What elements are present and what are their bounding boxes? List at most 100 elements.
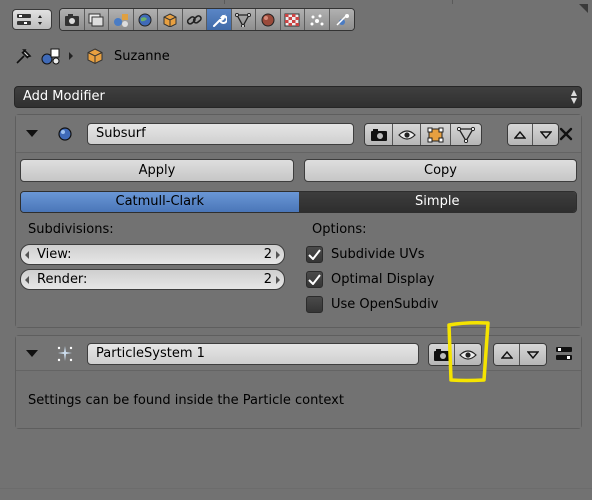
option-subdivide-uvs[interactable]: Subdivide UVs: [306, 243, 424, 265]
subsurf-body: Apply Copy Catmull-Clark Simple Subdivis…: [16, 152, 581, 327]
increment-arrow-icon[interactable]: [276, 251, 280, 259]
tab-material[interactable]: [256, 9, 281, 30]
checkbox-checked[interactable]: [306, 245, 323, 263]
properties-editor-icon: [17, 14, 42, 25]
type-simple[interactable]: Simple: [298, 192, 576, 212]
pin-icon[interactable]: [14, 46, 34, 66]
copy-button[interactable]: Copy: [304, 159, 577, 182]
modifier-name-field[interactable]: ParticleSystem 1: [87, 343, 419, 365]
tab-texture[interactable]: [280, 9, 305, 30]
tab-scene[interactable]: [109, 9, 134, 30]
scene-context-icon: [41, 48, 60, 65]
material-sphere-icon: [261, 13, 275, 26]
subsurf-visibility-group: [364, 123, 482, 146]
area-corner-handle[interactable]: [579, 4, 588, 13]
add-modifier-label: Add Modifier: [23, 89, 105, 104]
mesh-triangle-icon: [235, 12, 252, 27]
particlesystem-header: ParticleSystem 1: [16, 336, 581, 370]
tab-constraints[interactable]: [182, 9, 207, 30]
collapse-triangle-icon[interactable]: [26, 130, 38, 137]
tab-object-data[interactable]: [231, 9, 256, 30]
context-path: Suzanne: [14, 45, 170, 67]
tab-world[interactable]: [133, 9, 158, 30]
view-levels-field[interactable]: View: 2: [20, 244, 285, 265]
add-modifier-dropdown[interactable]: Add Modifier ▲ ▼: [14, 86, 582, 108]
subsurf-move-group: [507, 123, 559, 146]
checker-texture-icon: [284, 13, 300, 26]
particle-settings-info: Settings can be found inside the Particl…: [28, 393, 344, 408]
cage-toggle-button[interactable]: [451, 124, 481, 145]
decrement-arrow-icon[interactable]: [25, 276, 29, 284]
option-use-opensubdiv[interactable]: Use OpenSubdiv: [306, 293, 438, 315]
render-value: 2: [263, 272, 272, 287]
decrement-arrow-icon[interactable]: [25, 251, 29, 259]
particles-move-group: [493, 343, 547, 366]
viewport-toggle-button[interactable]: [393, 124, 421, 145]
modifier-name-field[interactable]: Subsurf: [87, 123, 354, 145]
subsurf-header: Subsurf: [16, 115, 581, 152]
particles-icon: [57, 346, 73, 362]
divider: [224, 0, 225, 4]
scene-icon: [113, 13, 128, 27]
mesh-triangle-icon: [457, 126, 475, 143]
move-down-button[interactable]: [520, 344, 546, 365]
subdivision-type-selector: Catmull-Clark Simple: [20, 191, 577, 213]
option-label: Use OpenSubdiv: [331, 296, 439, 312]
move-up-button[interactable]: [494, 344, 520, 365]
camera-icon: [370, 128, 387, 141]
render-toggle-button[interactable]: [365, 124, 393, 145]
divider: [0, 488, 592, 489]
move-up-button[interactable]: [508, 124, 533, 145]
move-down-button[interactable]: [533, 124, 558, 145]
editmode-toggle-button[interactable]: [421, 124, 451, 145]
updown-arrows-icon: ▲ ▼: [570, 88, 577, 105]
render-levels-field[interactable]: Render: 2: [20, 269, 285, 290]
particlesystem-body: Settings can be found inside the Particl…: [16, 370, 581, 428]
arrow-up-icon: [514, 130, 526, 139]
subsurf-modifier-panel: Subsurf Apply Copy Catmull-Clark Simple …: [15, 114, 582, 328]
render-label: Render:: [37, 272, 88, 287]
wrench-icon: [212, 13, 227, 27]
particles-icon: [310, 14, 324, 25]
breadcrumb-arrow-icon: [69, 52, 73, 60]
view-value: 2: [263, 247, 272, 262]
checkbox-unchecked[interactable]: [306, 295, 323, 313]
option-label: Optimal Display: [331, 271, 435, 287]
tab-physics[interactable]: [329, 9, 354, 30]
highlight-annotation: [447, 321, 490, 383]
checkmark-icon: [308, 273, 321, 285]
tab-particles[interactable]: [305, 9, 330, 30]
view-label: View:: [37, 247, 72, 262]
arrow-down-icon: [527, 350, 539, 359]
checkmark-icon: [308, 248, 321, 260]
physics-orbit-icon: [336, 13, 349, 26]
tab-render-layers[interactable]: [84, 9, 109, 30]
context-tabs: [59, 8, 355, 31]
cube-icon: [87, 48, 103, 65]
increment-arrow-icon[interactable]: [276, 276, 280, 284]
cube-icon: [163, 12, 177, 27]
tab-object[interactable]: [158, 9, 183, 30]
particlesystem-modifier-panel: ParticleSystem 1 Settings can be found i…: [15, 335, 582, 429]
subdivisions-label: Subdivisions:: [28, 222, 114, 237]
editor-type-button[interactable]: [12, 9, 52, 30]
checkbox-checked[interactable]: [306, 270, 323, 288]
edit-mode-icon: [427, 127, 443, 142]
drag-handle-icon[interactable]: [555, 345, 573, 363]
options-label: Options:: [312, 222, 367, 237]
eye-icon: [397, 129, 416, 140]
arrow-down-icon: [539, 130, 552, 139]
collapse-triangle-icon[interactable]: [26, 350, 38, 357]
option-label: Subdivide UVs: [331, 246, 425, 262]
world-icon: [138, 13, 152, 26]
divider: [452, 0, 453, 4]
tab-render[interactable]: [60, 9, 85, 30]
tab-modifiers[interactable]: [207, 9, 232, 30]
option-optimal-display[interactable]: Optimal Display: [306, 268, 435, 290]
close-icon[interactable]: [559, 127, 573, 141]
arrow-up-icon: [500, 350, 513, 359]
apply-button[interactable]: Apply: [20, 159, 294, 182]
object-name: Suzanne: [114, 48, 170, 64]
render-layers-icon: [88, 13, 104, 26]
type-catmull-clark[interactable]: Catmull-Clark: [21, 192, 299, 212]
